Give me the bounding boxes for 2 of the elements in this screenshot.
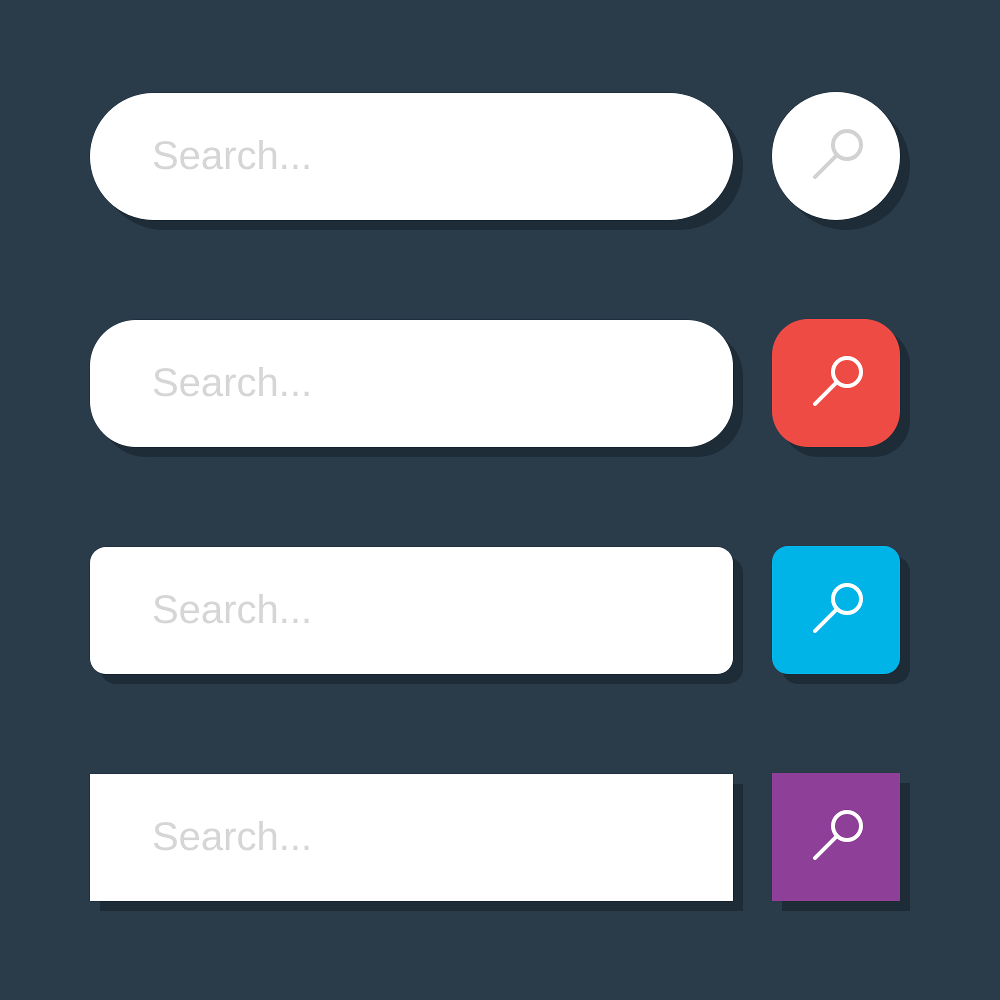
search-button[interactable]: [772, 773, 900, 901]
search-button[interactable]: [772, 319, 900, 447]
